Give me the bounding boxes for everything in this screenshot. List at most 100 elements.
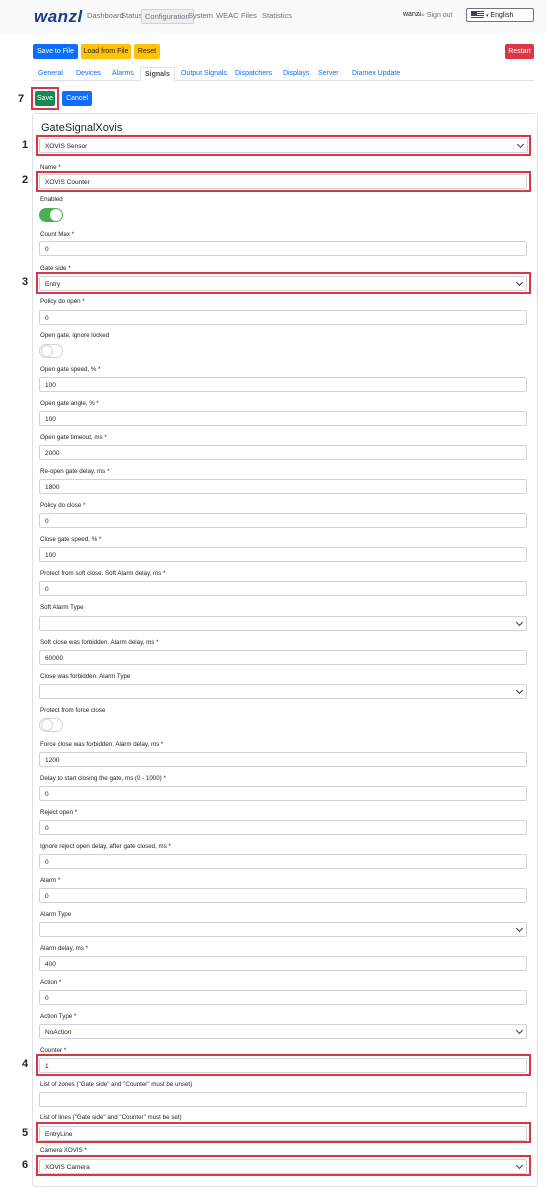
protect-soft-close-field[interactable]: 0 — [39, 581, 527, 596]
ignore-reject-open-delay-field[interactable]: 0 — [39, 854, 527, 869]
soft-close-forbidden-field[interactable]: 60000 — [39, 650, 527, 665]
tab-displays[interactable]: Displays — [283, 70, 309, 77]
policy-do-open-field[interactable]: 0 — [39, 310, 527, 325]
toggle-knob — [50, 209, 62, 221]
force-close-forbidden-field[interactable]: 1200 — [39, 752, 527, 767]
open-gate-angle-label: Open gate angle, % * — [40, 400, 99, 407]
load-from-file-button[interactable]: Load from File — [81, 44, 131, 59]
tab-general[interactable]: General — [38, 70, 63, 77]
close-gate-speed-label: Close gate speed, % * — [40, 536, 102, 543]
marker-2: 2 — [22, 174, 29, 186]
cancel-button[interactable]: Cancel — [62, 91, 92, 106]
policy-do-close-label: Policy do close * — [40, 502, 86, 509]
chevron-down-icon — [515, 278, 524, 287]
config-tabs: General Devices Alarms Signals Output Si… — [32, 67, 534, 81]
reopen-gate-delay-field[interactable]: 1800 — [39, 479, 527, 494]
ignore-locked-toggle[interactable] — [39, 344, 63, 358]
nav-dashboard[interactable]: Dashboard — [87, 11, 124, 20]
marker-4: 4 — [22, 1058, 29, 1070]
sign-out-link[interactable]: ⇨ Sign out — [419, 11, 453, 19]
policy-do-open-label: Policy do open * — [40, 298, 85, 305]
close-gate-speed-field[interactable]: 100 — [39, 547, 527, 562]
save-to-file-button[interactable]: Save to File — [33, 44, 78, 59]
chevron-down-icon — [515, 924, 524, 933]
soft-alarm-type-select[interactable] — [39, 616, 527, 631]
brand-logo[interactable]: wanzl — [34, 7, 83, 27]
tab-output-signals[interactable]: Output Signals — [181, 70, 227, 77]
alarm-field[interactable]: 0 — [39, 888, 527, 903]
nav-system[interactable]: System — [188, 11, 213, 20]
toggle-knob — [41, 719, 53, 731]
policy-do-close-field[interactable]: 0 — [39, 513, 527, 528]
nav-weac[interactable]: WEAC — [216, 11, 239, 20]
open-gate-angle-field[interactable]: 100 — [39, 411, 527, 426]
list-of-lines-field[interactable]: EntryLine — [39, 1126, 527, 1141]
action-label: Action * — [40, 979, 62, 986]
nav-files[interactable]: Files — [241, 11, 257, 20]
delay-start-closing-field[interactable]: 0 — [39, 786, 527, 801]
signal-type-select[interactable]: XOVIS Sensor — [39, 138, 528, 153]
marker-7: 7 — [18, 93, 25, 105]
list-of-lines-label: List of lines ("Gate side" and "Counter"… — [40, 1114, 182, 1121]
open-gate-speed-field[interactable]: 100 — [39, 377, 527, 392]
camera-xovis-select[interactable]: XOVIS Camera — [39, 1159, 527, 1174]
chevron-down-icon — [515, 618, 524, 627]
chevron-down-icon — [515, 1026, 524, 1035]
force-close-forbidden-label: Force close was forbidden. Alarm delay, … — [40, 741, 164, 748]
list-of-zones-label: List of zones ("Gate side" and "Counter"… — [40, 1081, 193, 1088]
alarm-type-label: Alarm Type — [40, 911, 72, 918]
counter-label: Counter * — [40, 1047, 67, 1054]
language-select[interactable]: ▾ English — [466, 8, 534, 22]
sign-out-icon: ⇨ — [419, 12, 425, 19]
delay-start-closing-label: Delay to start closing the gate, ms (0 -… — [40, 775, 166, 782]
us-flag-icon — [471, 11, 484, 18]
marker-5: 5 — [22, 1127, 29, 1139]
caret-icon: ▾ — [485, 13, 489, 19]
nav-configuration[interactable]: Configuration — [141, 9, 194, 24]
ignore-locked-label: Open gate, ignore locked — [40, 332, 110, 339]
close-forbidden-alarm-type-select[interactable] — [39, 684, 527, 699]
alarm-type-select[interactable] — [39, 922, 527, 937]
open-gate-timeout-label: Open gate timeout, ms * — [40, 434, 107, 441]
action-type-label: Action Type * — [40, 1013, 77, 1020]
reset-button[interactable]: Reset — [134, 44, 160, 59]
counter-field[interactable]: 1 — [39, 1058, 527, 1073]
name-label: Name * — [40, 164, 61, 171]
enabled-label: Enabled — [40, 196, 63, 203]
restart-button[interactable]: Restart — [505, 44, 534, 59]
gate-side-value: Entry — [45, 281, 61, 288]
save-button[interactable]: Save — [35, 91, 55, 106]
nav-statistics[interactable]: Statistics — [262, 11, 292, 20]
toggle-knob — [41, 345, 53, 357]
card-title: GateSignalXovis — [41, 122, 123, 134]
alarm-delay-field[interactable]: 400 — [39, 956, 527, 971]
name-field[interactable]: XOVIS Counter — [39, 174, 527, 189]
nav-status[interactable]: Status — [121, 11, 142, 20]
alarm-label: Alarm * — [40, 877, 61, 884]
action-type-select[interactable]: NoAction — [39, 1024, 527, 1039]
action-field[interactable]: 0 — [39, 990, 527, 1005]
reject-open-field[interactable]: 0 — [39, 820, 527, 835]
tab-dispatchers[interactable]: Dispatchers — [235, 70, 272, 77]
signal-type-value: XOVIS Sensor — [45, 143, 88, 150]
tab-diamex-update[interactable]: Diamex Update — [352, 70, 400, 77]
tab-server[interactable]: Server — [318, 70, 339, 77]
gate-side-select[interactable]: Entry — [39, 276, 527, 291]
close-forbidden-alarm-type-label: Close was forbidden. Alarm Type — [40, 673, 131, 680]
tab-alarms[interactable]: Alarms — [112, 70, 134, 77]
soft-alarm-type-label: Soft Alarm Type — [40, 604, 84, 611]
enabled-toggle[interactable] — [39, 208, 63, 222]
chevron-down-icon — [516, 140, 525, 149]
reject-open-label: Reject open * — [40, 809, 78, 816]
protect-force-close-toggle[interactable] — [39, 718, 63, 732]
count-max-field[interactable]: 0 — [39, 241, 527, 256]
alarm-delay-label: Alarm delay, ms * — [40, 945, 89, 952]
reopen-gate-delay-label: Re-open gate delay, ms * — [40, 468, 110, 475]
open-gate-timeout-field[interactable]: 2000 — [39, 445, 527, 460]
list-of-zones-field[interactable] — [39, 1092, 527, 1107]
tab-devices[interactable]: Devices — [76, 70, 101, 77]
tab-signals[interactable]: Signals — [140, 67, 175, 81]
top-navbar: wanzl Dashboard Status Configuration Sys… — [0, 0, 547, 33]
protect-soft-close-label: Protect from soft close. Soft Alarm dela… — [40, 570, 166, 577]
language-label: English — [490, 12, 514, 19]
